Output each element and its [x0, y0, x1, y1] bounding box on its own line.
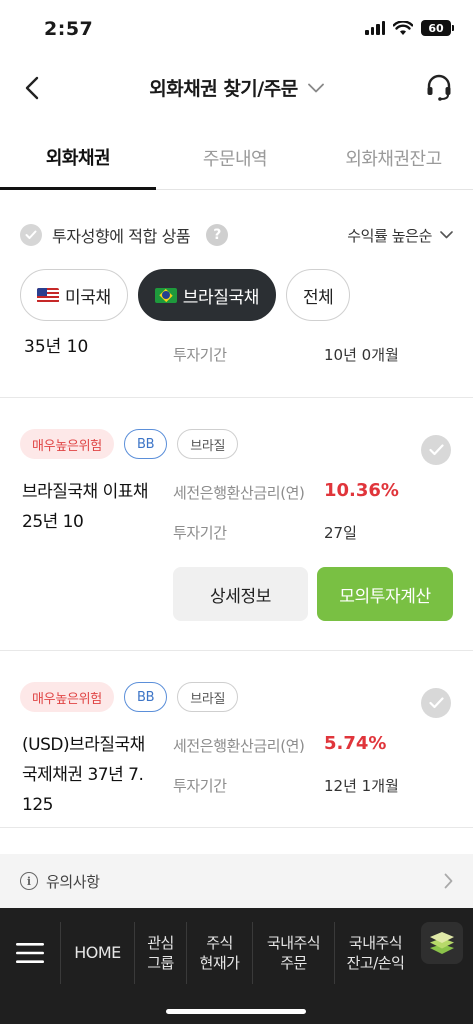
list-item[interactable]: 매우높은위험 BB 브라질 브라질국채 이표채 25년 10 세전은행환산금리(…	[0, 399, 473, 651]
check-icon	[428, 697, 444, 709]
tab-foreign-bonds[interactable]: 외화채권	[0, 126, 156, 190]
info-icon: i	[20, 872, 38, 890]
brazil-flag-icon	[154, 287, 177, 303]
page-title: 외화채권 찾기/주문	[149, 78, 298, 100]
bottom-navigation: HOME 관심 그룹 주식 현재가 국내주식 주문 국내주식 잔고/손익	[0, 908, 473, 1024]
country-badge: 브라질	[177, 682, 239, 712]
bond-name-line: 125	[22, 795, 53, 815]
battery-icon: 60	[421, 20, 454, 36]
period-value: 10년 0개월	[324, 346, 399, 364]
bond-name: 브라질국채 이표채 25년 10	[22, 477, 166, 537]
cellular-signal-icon	[365, 21, 385, 35]
header: 외화채권 찾기/주문	[0, 60, 473, 116]
bond-name-line: 브라질국채 이표채	[22, 482, 149, 502]
period-value: 12년 1개월	[324, 777, 399, 795]
grade-badge: BB	[123, 429, 168, 459]
rate-label: 세전은행환산금리(연)	[173, 737, 305, 755]
period-label: 투자기간	[173, 524, 227, 542]
suitable-filter-label[interactable]: 투자성향에 적합 상품	[52, 223, 191, 247]
badges: 매우높은위험 BB 브라질	[20, 429, 239, 459]
chip-us-treasury[interactable]: 미국채	[20, 269, 128, 321]
suitable-filter-checkbox[interactable]	[20, 224, 42, 246]
chevron-down-icon	[307, 83, 324, 92]
nav-domestic-balance[interactable]: 국내주식 잔고/손익	[334, 922, 416, 984]
country-badge: 브라질	[177, 429, 239, 459]
status-icons: 60	[365, 20, 454, 36]
rate-value: 5.74%	[324, 733, 387, 754]
nav-watch-group[interactable]: 관심 그룹	[134, 922, 186, 984]
period-value: 27일	[324, 524, 357, 542]
detail-button[interactable]: 상세정보	[173, 567, 308, 621]
chip-brazil-bond[interactable]: 브라질국채	[137, 269, 276, 321]
check-icon	[428, 444, 444, 456]
home-indicator	[166, 1009, 306, 1014]
nav-domestic-order[interactable]: 국내주식 주문	[252, 922, 334, 984]
chip-label: 미국채	[65, 287, 111, 308]
select-checkbox[interactable]	[421, 688, 451, 718]
risk-badge: 매우높은위험	[20, 682, 114, 712]
nav-home[interactable]: HOME	[60, 922, 134, 984]
sort-dropdown[interactable]: 수익률 높은순	[347, 225, 453, 246]
question-icon[interactable]: ?	[206, 224, 229, 246]
title-dropdown[interactable]: 외화채권 찾기/주문	[0, 74, 473, 101]
chip-label: 전체	[302, 287, 334, 308]
tab-order-history[interactable]: 주문내역	[156, 126, 314, 190]
rate-label: 세전은행환산금리(연)	[173, 484, 305, 502]
bond-name-line: 25년 10	[22, 512, 84, 532]
chip-all[interactable]: 전체	[285, 269, 351, 321]
risk-badge: 매우높은위험	[20, 429, 114, 459]
country-chips: 미국채 브라질국채 전체	[20, 269, 351, 321]
chevron-down-icon	[440, 231, 453, 239]
bond-name-line: (USD)브라질국채	[22, 735, 145, 755]
notice-label: 유의사항	[46, 872, 100, 891]
badges: 매우높은위험 BB 브라질	[20, 682, 239, 712]
status-time: 2:57	[44, 18, 94, 40]
tab-foreign-bond-balance[interactable]: 외화채권잔고	[314, 126, 473, 190]
mock-investment-button[interactable]: 모의투자계산	[317, 567, 453, 621]
menu-button[interactable]	[0, 922, 60, 984]
bond-name-line: 국제채권 37년 7.	[22, 765, 144, 785]
list-item-partial[interactable]: 35년 10 투자기간 10년 0개월	[0, 330, 473, 398]
nav-row: HOME 관심 그룹 주식 현재가 국내주식 주문 국내주식 잔고/손익	[0, 922, 473, 984]
us-flag-icon	[37, 287, 59, 303]
nav-stock-price[interactable]: 주식 현재가	[186, 922, 252, 984]
bond-name: (USD)브라질국채 국제채권 37년 7. 125	[22, 730, 166, 820]
chevron-right-icon	[444, 873, 453, 889]
chip-label: 브라질국채	[182, 287, 260, 308]
customer-support-button[interactable]	[421, 70, 457, 106]
filter-row: 투자성향에 적합 상품 ? 수익률 높은순	[20, 218, 453, 252]
grade-badge: BB	[123, 682, 168, 712]
period-label: 투자기간	[173, 346, 227, 364]
select-checkbox[interactable]	[421, 435, 451, 465]
check-icon	[25, 230, 37, 239]
notice-bar[interactable]: i 유의사항	[0, 854, 473, 908]
wifi-icon	[393, 20, 413, 35]
layers-icon	[430, 932, 454, 954]
bond-name: 35년 10	[24, 337, 89, 357]
period-label: 투자기간	[173, 777, 227, 795]
battery-level: 60	[428, 21, 444, 35]
rate-value: 10.36%	[324, 480, 399, 501]
sort-label: 수익률 높은순	[347, 226, 432, 245]
headset-icon	[427, 74, 451, 101]
tab-bar: 외화채권 주문내역 외화채권잔고	[0, 126, 473, 190]
list-item[interactable]: 매우높은위험 BB 브라질 (USD)브라질국채 국제채권 37년 7. 125…	[0, 652, 473, 828]
layers-button[interactable]	[421, 922, 463, 964]
menu-icon	[16, 943, 44, 963]
status-bar: 2:57 60	[0, 0, 473, 60]
